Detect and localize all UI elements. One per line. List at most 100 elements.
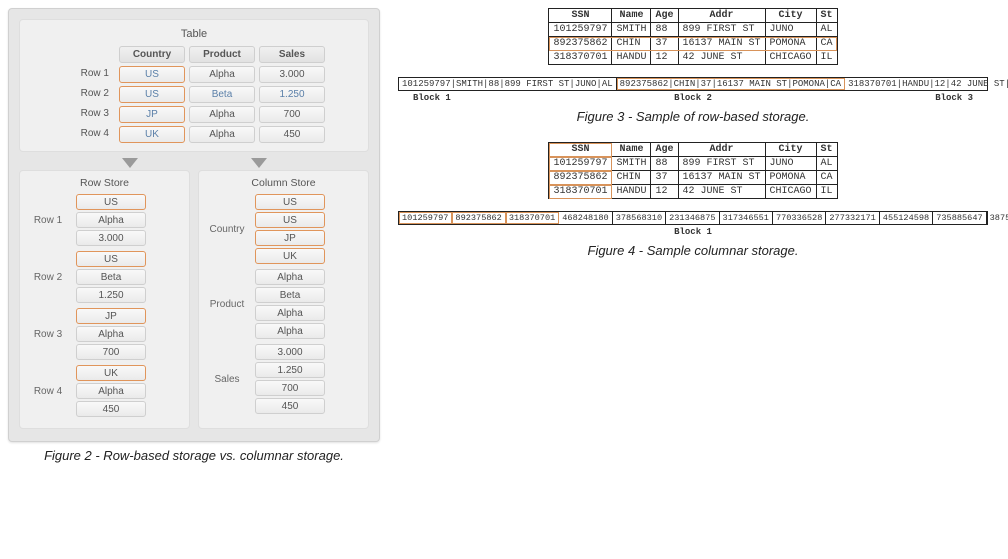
row-label: Row 3 (63, 106, 115, 123)
table-cell: POMONA (765, 37, 816, 51)
page-layout: Table Country Product Sales Row 1 US Alp… (8, 8, 1000, 463)
row-store-label: Row 2 (24, 272, 72, 283)
block-segment: 770336528 (773, 212, 826, 224)
table-cell: JUNO (765, 23, 816, 37)
store-cell: 1.250 (76, 287, 146, 303)
table-cell: 16137 MAIN ST (678, 171, 765, 185)
store-cell: JP (255, 230, 325, 246)
table-cell: 450 (259, 126, 325, 143)
table-cell: 892375862 (549, 37, 612, 51)
arrows-row (65, 158, 323, 168)
figure-2: Table Country Product Sales Row 1 US Alp… (8, 8, 380, 463)
col-store-label: Product (203, 299, 251, 310)
store-cell: Beta (76, 269, 146, 285)
table-cell: CHICAGO (765, 51, 816, 65)
table-cell: AL (816, 23, 837, 37)
row-store-panel: Row Store Row 1 US Alpha 3.000 Row 2 US … (19, 170, 190, 429)
table-cell: Alpha (189, 66, 255, 83)
table-cell: SMITH (612, 157, 651, 171)
row-store-label: Row 3 (24, 329, 72, 340)
store-cell: 3.000 (255, 344, 325, 360)
block-segment: 231346875 (666, 212, 719, 224)
fig3-block-strip: 101259797|SMITH|88|899 FIRST ST|JUNO|AL … (398, 77, 988, 91)
col-header-sales: Sales (259, 46, 325, 63)
table-cell: IL (816, 51, 837, 65)
th-st: St (816, 9, 837, 23)
fig4-data-table: SSN Name Age Addr City St 101259797 SMIT… (548, 142, 837, 199)
store-cell: US (76, 251, 146, 267)
store-cell: 450 (255, 398, 325, 414)
th-st: St (816, 143, 837, 157)
figure-3: SSN Name Age Addr City St 101259797 SMIT… (398, 8, 988, 124)
table-row: 101259797 SMITH 88 899 FIRST ST JUNO AL (549, 157, 837, 171)
table-cell: US (119, 86, 185, 103)
store-cell: US (76, 194, 146, 210)
table-cell: 899 FIRST ST (678, 23, 765, 37)
block-segment: 387586301 (987, 212, 1008, 224)
store-cell: Alpha (76, 326, 146, 342)
store-cell: UK (255, 248, 325, 264)
col-store-label: Country (203, 224, 251, 235)
fig4-block-strip: 101259797 892375862 318370701 468248180 … (398, 211, 988, 225)
th-addr: Addr (678, 143, 765, 157)
column-store-group: Country US US JP UK (203, 194, 364, 264)
row-store-row: Row 2 US Beta 1.250 (24, 251, 185, 303)
th-city: City (765, 9, 816, 23)
table-cell: 892375862 (549, 171, 612, 185)
table-cell: 37 (651, 171, 678, 185)
column-store-group: Product Alpha Beta Alpha Alpha (203, 269, 364, 339)
store-cell: Alpha (255, 269, 325, 285)
store-cell: Alpha (255, 305, 325, 321)
table-cell: 42 JUNE ST (678, 51, 765, 65)
fig3-caption: Figure 3 - Sample of row-based storage. (398, 109, 988, 124)
row-store-label: Row 1 (24, 215, 72, 226)
table-cell: CHIN (612, 171, 651, 185)
th-addr: Addr (678, 9, 765, 23)
fig3-block-labels: Block 1 Block 2 Block 3 (413, 93, 973, 103)
table-row-highlighted: 892375862 CHIN 37 16137 MAIN ST POMONA C… (549, 37, 837, 51)
figure-4: SSN Name Age Addr City St 101259797 SMIT… (398, 142, 988, 258)
table-cell: Beta (189, 86, 255, 103)
store-cell: JP (76, 308, 146, 324)
table-cell: Alpha (189, 106, 255, 123)
block-segment: 277332171 (826, 212, 879, 224)
store-cell: US (255, 194, 325, 210)
table-cell: HANDU (612, 185, 651, 199)
table-cell: 899 FIRST ST (678, 157, 765, 171)
row-store-row: Row 4 UK Alpha 450 (24, 365, 185, 417)
col-header-country: Country (119, 46, 185, 63)
table-cell: 37 (651, 37, 678, 51)
column-store-panel: Column Store Country US US JP UK Product… (198, 170, 369, 429)
table-cell: 3.000 (259, 66, 325, 83)
store-cell: 450 (76, 401, 146, 417)
row-store-label: Row 4 (24, 386, 72, 397)
fig2-title: Table (26, 28, 362, 40)
block-segment: 101259797|SMITH|88|899 FIRST ST|JUNO|AL (399, 78, 617, 90)
table-cell: 12 (651, 185, 678, 199)
table-cell: US (119, 66, 185, 83)
table-cell: 16137 MAIN ST (678, 37, 765, 51)
table-header-row: SSN Name Age Addr City St (549, 143, 837, 157)
table-cell: JP (119, 106, 185, 123)
row-store-row: Row 3 JP Alpha 700 (24, 308, 185, 360)
block-segment-highlighted: 101259797 (399, 212, 452, 224)
store-cell: Beta (255, 287, 325, 303)
row-label: Row 1 (63, 66, 115, 83)
block-label: Block 1 (413, 93, 451, 103)
table-cell: CHICAGO (765, 185, 816, 199)
table-cell: AL (816, 157, 837, 171)
block-label: Block 2 (674, 93, 712, 103)
table-cell: 88 (651, 157, 678, 171)
block-segment: 318370701|HANDU|12|42 JUNE ST|CHICAGO|IL (845, 78, 1008, 90)
right-column: SSN Name Age Addr City St 101259797 SMIT… (398, 8, 1000, 463)
row-label: Row 2 (63, 86, 115, 103)
table-cell: IL (816, 185, 837, 199)
col-store-label: Sales (203, 374, 251, 385)
store-cell: 700 (255, 380, 325, 396)
fig2-panel: Table Country Product Sales Row 1 US Alp… (8, 8, 380, 442)
fig4-caption: Figure 4 - Sample columnar storage. (398, 243, 988, 258)
th-ssn: SSN (549, 9, 612, 23)
column-store-title: Column Store (203, 177, 364, 189)
table-cell: SMITH (612, 23, 651, 37)
table-cell: CA (816, 37, 837, 51)
